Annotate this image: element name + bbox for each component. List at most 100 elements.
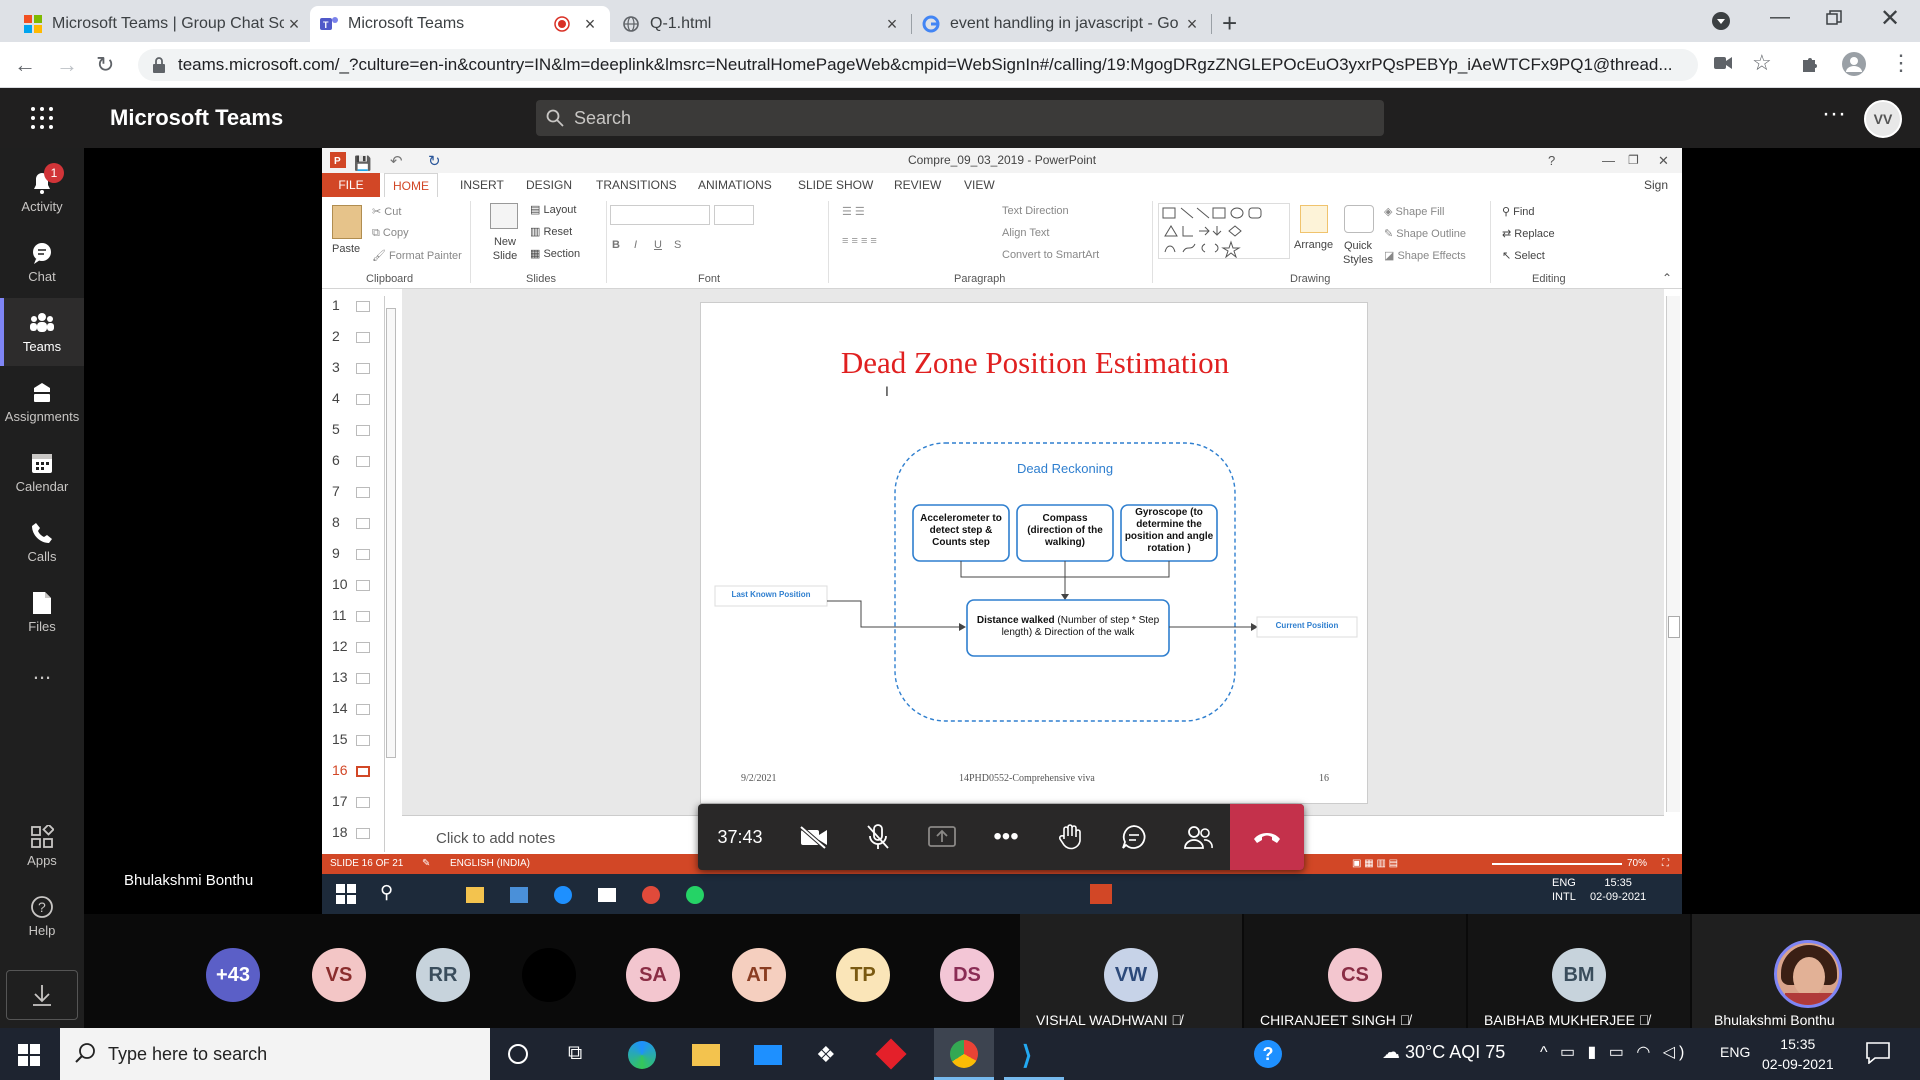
close-tab-icon[interactable]: ×	[580, 14, 600, 35]
zoom-slider[interactable]	[1492, 863, 1622, 865]
windows-search-input[interactable]: Type here to search	[60, 1028, 490, 1080]
rail-calendar[interactable]: Calendar	[0, 438, 84, 506]
participant-tile[interactable]: VW VISHAL WADHWANI 🎙̸	[1020, 914, 1242, 1028]
shape-effects-button[interactable]: ◪ Shape Effects	[1384, 249, 1466, 262]
close-tab-icon[interactable]: ×	[284, 14, 304, 35]
ppt-tab-design[interactable]: DESIGN	[518, 173, 580, 197]
rail-files[interactable]: Files	[0, 578, 84, 646]
current-slide[interactable]: Dead Zone Position Estimation Dead Recko…	[700, 302, 1368, 804]
slide-number[interactable]: 8	[332, 514, 340, 530]
participant-avatar[interactable]: AT	[732, 948, 786, 1002]
find-button[interactable]: ⚲ Find	[1502, 205, 1535, 218]
align-icons[interactable]: ≡ ≡ ≡ ≡	[842, 235, 877, 247]
language-status[interactable]: ENGLISH (INDIA)	[450, 854, 530, 874]
browser-tab-group-chat[interactable]: Microsoft Teams | Group Chat Sc ×	[14, 6, 314, 42]
slide-number[interactable]: 5	[332, 421, 340, 437]
task-view-icon[interactable]: ⧉	[568, 1042, 582, 1065]
font-name-select[interactable]	[610, 205, 710, 225]
copy-button[interactable]: ⧉ Copy	[372, 227, 409, 240]
slide-thumbnail[interactable]	[356, 828, 370, 839]
ppt-tab-view[interactable]: VIEW	[956, 173, 1003, 197]
select-button[interactable]: ↖ Select	[1502, 249, 1545, 262]
ppt-tab-animations[interactable]: ANIMATIONS	[690, 173, 780, 197]
slide-number[interactable]: 17	[332, 793, 348, 809]
browser-tab-teams[interactable]: T Microsoft Teams ×	[310, 6, 610, 42]
windows-start-icon[interactable]	[18, 1044, 40, 1066]
slide-thumbnail[interactable]	[356, 735, 370, 746]
participant-tile[interactable]: BM BAIBHAB MUKHERJEE 🎙̸	[1468, 914, 1690, 1028]
slide-thumbnail[interactable]	[356, 549, 370, 560]
slide-thumbnail[interactable]	[356, 766, 370, 777]
dropbox-icon[interactable]: ❖	[816, 1042, 836, 1068]
slide-thumbnail[interactable]	[356, 611, 370, 622]
format-painter-button[interactable]: 🖌 Format Painter	[372, 249, 462, 262]
slide-thumbnail[interactable]	[356, 673, 370, 684]
download-button[interactable]	[6, 970, 78, 1020]
undo-icon[interactable]: ↶	[390, 149, 403, 174]
ppt-tab-review[interactable]: REVIEW	[886, 173, 949, 197]
quick-assist-icon[interactable]: ?	[1254, 1040, 1282, 1068]
replace-button[interactable]: ⇄ Replace	[1502, 227, 1555, 240]
ppt-tab-file[interactable]: FILE	[322, 173, 380, 197]
tab-search-icon[interactable]	[1712, 12, 1730, 30]
shapes-gallery[interactable]	[1158, 203, 1290, 259]
paste-button[interactable]: Paste	[332, 243, 360, 255]
new-slide-button[interactable]: New Slide	[488, 235, 522, 263]
clock[interactable]: 15:35 02-09-2021	[1762, 1034, 1834, 1074]
url-field[interactable]: teams.microsoft.com/_?culture=en-in&coun…	[138, 49, 1698, 81]
notifications-icon[interactable]	[1866, 1042, 1890, 1064]
shape-outline-button[interactable]: ✎ Shape Outline	[1384, 227, 1466, 240]
new-slide-icon[interactable]	[490, 203, 518, 229]
slide-number[interactable]: 16	[332, 762, 348, 778]
rail-assignments[interactable]: Assignments	[0, 368, 84, 436]
participant-avatar[interactable]: VS	[312, 948, 366, 1002]
ppt-minimize-icon[interactable]: —	[1602, 148, 1615, 173]
participant-avatar[interactable]: DS	[940, 948, 994, 1002]
slide-thumbnail[interactable]	[356, 518, 370, 529]
slide-thumbnail[interactable]	[356, 394, 370, 405]
slide-number[interactable]: 18	[332, 824, 348, 840]
slide-number[interactable]: 14	[332, 700, 348, 716]
edge-icon[interactable]	[628, 1041, 656, 1069]
arrange-button[interactable]: Arrange	[1294, 239, 1333, 251]
slide-number[interactable]: 1	[332, 297, 340, 313]
share-screen-button[interactable]	[910, 804, 974, 870]
slide-thumbnail[interactable]	[356, 456, 370, 467]
participant-tile-self[interactable]: Bhulakshmi Bonthu	[1692, 914, 1920, 1028]
ppt-tab-transitions[interactable]: TRANSITIONS	[588, 173, 685, 197]
slide-number[interactable]: 15	[332, 731, 348, 747]
slide-thumbnail[interactable]	[356, 363, 370, 374]
mute-button[interactable]	[846, 804, 910, 870]
extensions-icon[interactable]	[1800, 54, 1820, 74]
anydesk-icon[interactable]	[875, 1038, 907, 1070]
profile-icon[interactable]	[1842, 52, 1866, 76]
section-button[interactable]: ▦ Section	[530, 247, 580, 260]
user-avatar[interactable]: VV	[1864, 100, 1902, 138]
redo-icon[interactable]: ↻	[428, 149, 441, 174]
slide-number[interactable]: 3	[332, 359, 340, 375]
minimize-icon[interactable]: —	[1770, 6, 1790, 29]
slide-number[interactable]: 6	[332, 452, 340, 468]
slide-thumbnail[interactable]	[356, 425, 370, 436]
thumbnail-scrollbar[interactable]	[384, 296, 396, 852]
ppt-tab-insert[interactable]: INSERT	[452, 173, 512, 197]
shadow-button[interactable]: S	[674, 239, 681, 251]
ppt-tab-home[interactable]: HOME	[384, 173, 438, 197]
participant-avatar[interactable]: RR	[416, 948, 470, 1002]
reload-icon[interactable]: ↻	[96, 52, 114, 78]
view-buttons[interactable]: ▣ ▦ ▥ ▤	[1352, 854, 1398, 874]
rail-more[interactable]: ...	[0, 638, 84, 706]
language-indicator[interactable]: ENG	[1720, 1044, 1750, 1060]
underline-button[interactable]: U	[654, 239, 662, 251]
hang-up-button[interactable]	[1230, 804, 1304, 870]
cortana-icon[interactable]	[508, 1044, 528, 1064]
vscode-taskbar-button[interactable]: ⟩	[1004, 1028, 1064, 1080]
slide-number[interactable]: 7	[332, 483, 340, 499]
system-tray-icons[interactable]: ^ ▭ ▮ ▭ ◠ ◁)	[1540, 1042, 1688, 1062]
rail-calls[interactable]: Calls	[0, 508, 84, 576]
forward-icon[interactable]: →	[56, 52, 78, 78]
slide-number[interactable]: 12	[332, 638, 348, 654]
restore-icon[interactable]	[1826, 10, 1842, 26]
chrome-menu-icon[interactable]: ⋮	[1890, 50, 1912, 76]
raise-hand-button[interactable]	[1038, 804, 1102, 870]
